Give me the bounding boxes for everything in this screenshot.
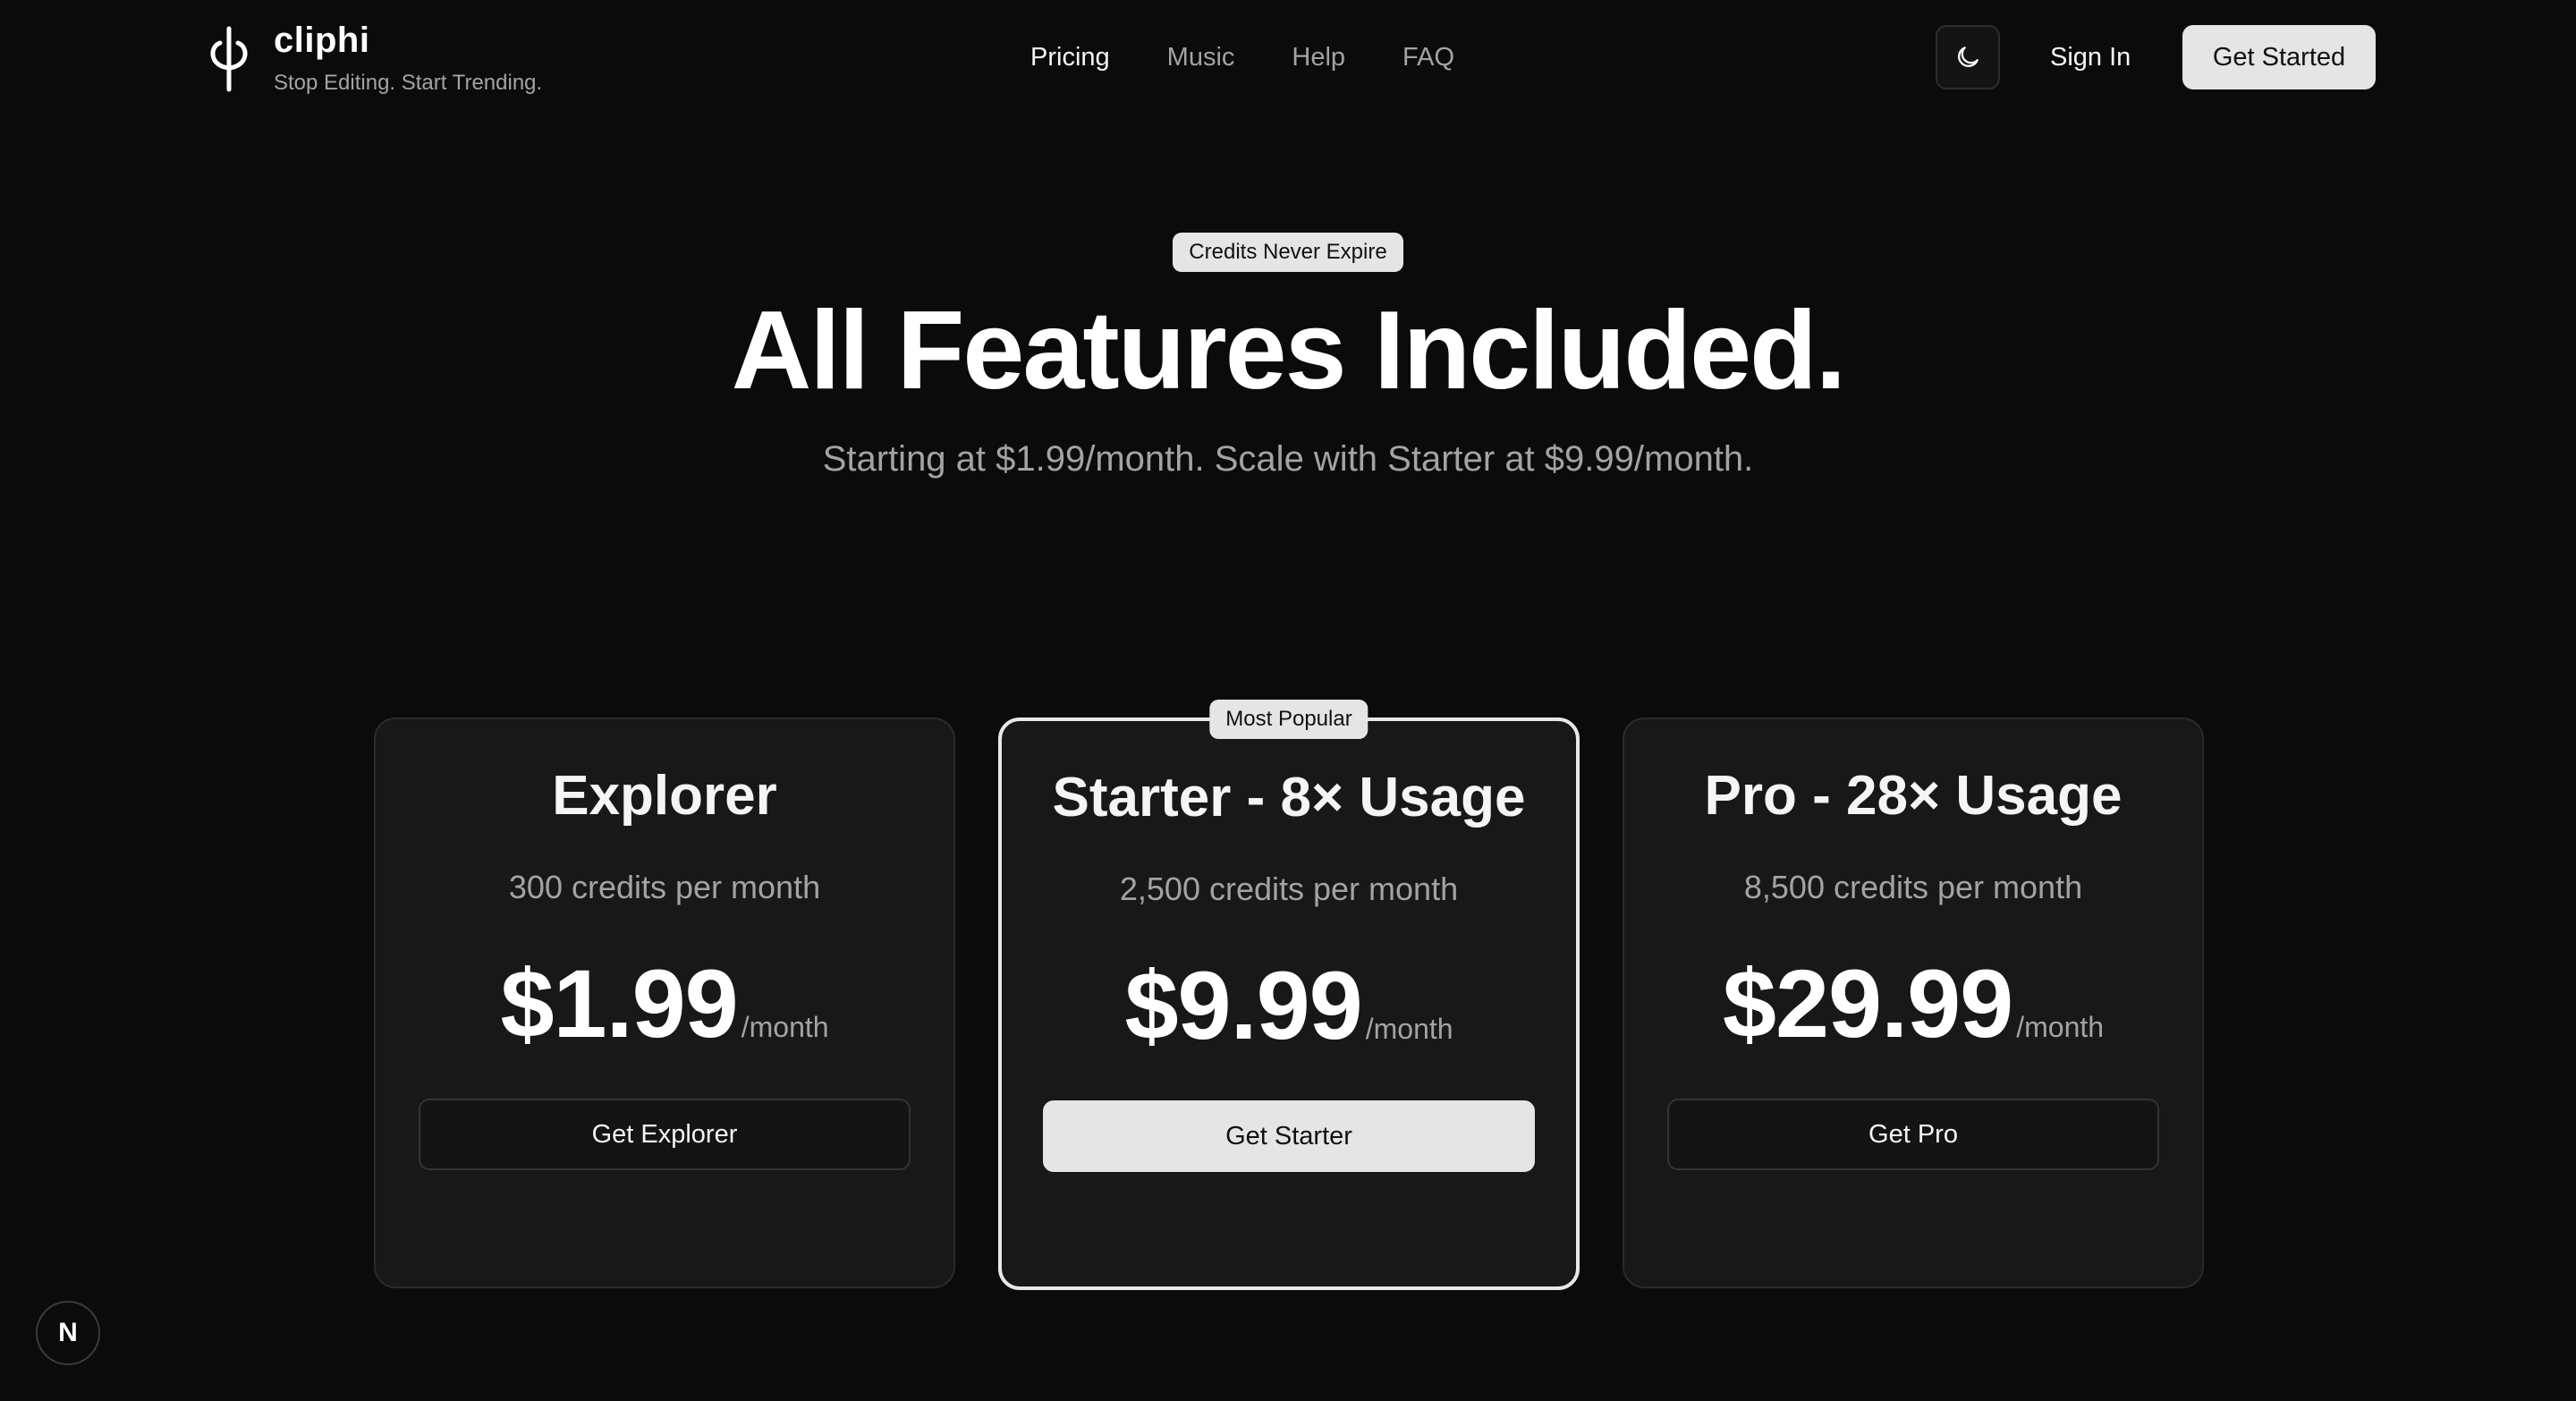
nav-item-music[interactable]: Music (1167, 36, 1235, 79)
brand[interactable]: cliphi Stop Editing. Start Trending. (204, 20, 542, 97)
plan-price: $1.99 (500, 949, 738, 1057)
sign-in-button[interactable]: Sign In (2050, 36, 2131, 79)
nextjs-icon: N (58, 1318, 78, 1347)
nav-item-faq[interactable]: FAQ (1402, 36, 1454, 79)
brand-tagline: Stop Editing. Start Trending. (274, 71, 543, 95)
plan-title: Explorer (552, 765, 777, 827)
hero-section: Credits Never Expire All Features Includ… (0, 233, 2576, 481)
most-popular-badge: Most Popular (1209, 700, 1368, 739)
plan-period: /month (1365, 1013, 1453, 1045)
plan-price: $29.99 (1722, 949, 2013, 1057)
plan-period: /month (741, 1011, 829, 1043)
plan-title: Pro - 28× Usage (1704, 765, 2123, 827)
plan-card-starter: Most Popular Starter - 8× Usage 2,500 cr… (998, 700, 1580, 1290)
plan-card-explorer: Explorer 300 credits per month $1.99 /mo… (374, 717, 955, 1288)
main-nav: Pricing Music Help FAQ (1030, 36, 1454, 79)
nav-item-help[interactable]: Help (1292, 36, 1345, 79)
get-started-button[interactable]: Get Started (2182, 25, 2376, 89)
brand-name: cliphi (274, 21, 370, 60)
nextjs-dev-badge[interactable]: N (36, 1301, 100, 1365)
plan-title: Starter - 8× Usage (1052, 767, 1526, 828)
page-title: All Features Included. (731, 289, 1847, 412)
plan-period: /month (2016, 1011, 2105, 1043)
get-pro-button[interactable]: Get Pro (1667, 1099, 2159, 1170)
nav-item-pricing[interactable]: Pricing (1030, 36, 1110, 79)
hero-subtitle: Starting at $1.99/month. Scale with Star… (822, 439, 1754, 479)
hero-badge: Credits Never Expire (1173, 233, 1403, 272)
plan-credits: 2,500 credits per month (1119, 870, 1459, 907)
plan-price-row: $29.99 /month (1624, 954, 2202, 1054)
plan-credits: 300 credits per month (508, 869, 821, 905)
get-explorer-button[interactable]: Get Explorer (419, 1099, 911, 1170)
plan-price: $9.99 (1124, 951, 1362, 1059)
plan-price-row: $1.99 /month (376, 954, 953, 1054)
plan-card-pro: Pro - 28× Usage 8,500 credits per month … (1623, 717, 2204, 1288)
phi-logo-icon (210, 26, 248, 92)
plan-credits: 8,500 credits per month (1743, 869, 2083, 905)
site-header: cliphi Stop Editing. Start Trending. Pri… (0, 0, 2576, 116)
moon-icon (1958, 47, 1979, 67)
get-starter-button[interactable]: Get Starter (1043, 1100, 1535, 1172)
plan-price-row: $9.99 /month (1002, 955, 1576, 1056)
theme-toggle-button[interactable] (1936, 25, 2000, 89)
brand-text: cliphi Stop Editing. Start Trending. (274, 20, 542, 97)
